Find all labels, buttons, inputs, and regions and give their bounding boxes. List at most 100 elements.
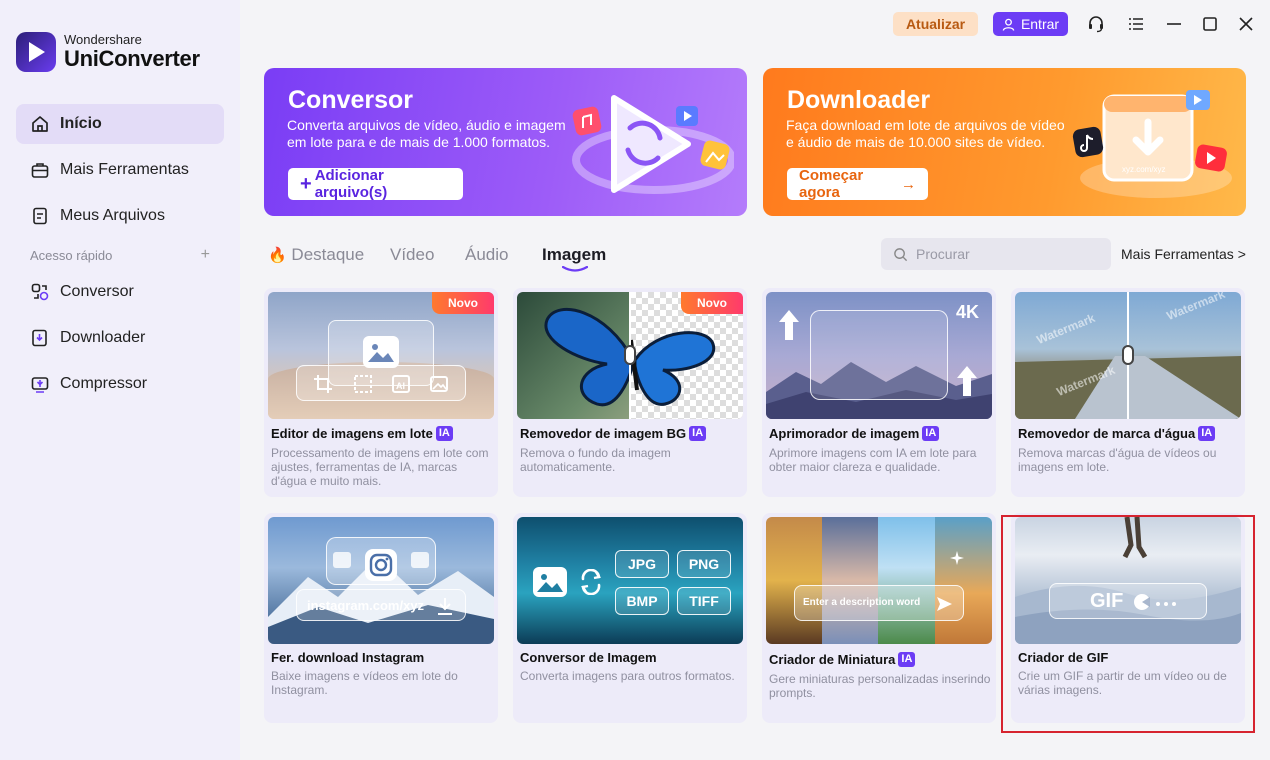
brand-main: UniConverter (64, 46, 200, 71)
enhancer-thumbnail: 4K (766, 292, 992, 419)
brand-top: Wondershare (64, 32, 142, 47)
ia-badge: IA (435, 426, 453, 441)
converter-icon (30, 282, 50, 302)
sidebar-item-downloader[interactable]: Downloader (16, 318, 224, 358)
converter-banner-title: Conversor (288, 86, 414, 114)
card-title: Criador de Miniatura IA (769, 652, 916, 667)
arrow-right-icon: → (901, 175, 916, 193)
card-desc: Processamento de imagens em lote com aju… (271, 446, 489, 488)
add-files-label: Adicionar arquivo(s) (314, 167, 388, 201)
sparkle-icon (950, 551, 964, 565)
card-instagram-downloader[interactable]: instagram.com/xyz Fer. download Instagra… (264, 513, 498, 723)
tab-audio[interactable]: Áudio (465, 245, 508, 265)
watermark-text: Watermark (1035, 311, 1097, 347)
card-title-text: Editor de imagens em lote (271, 426, 433, 441)
4k-label: 4K (956, 302, 980, 322)
minimize-icon[interactable] (1164, 14, 1184, 34)
send-icon (937, 597, 952, 611)
bg-remover-thumbnail: Novo (517, 292, 743, 419)
converter-play-illustration-icon (572, 95, 734, 194)
arrow-up-icon (957, 366, 977, 396)
downloader-banner[interactable]: Downloader Faça download em lote de arqu… (763, 68, 1246, 216)
tab-imagem[interactable]: Imagem (542, 245, 606, 265)
novo-badge: Novo (681, 292, 743, 314)
instagram-url-text: instagram.com/xyz (307, 598, 425, 613)
card-image-converter[interactable]: JPG PNG BMP TIFF Conversor de Imagem Con… (513, 513, 747, 723)
add-files-button[interactable]: + Adicionar arquivo(s) (288, 167, 463, 201)
svg-text:AI: AI (396, 381, 405, 391)
quick-access-label: Acesso rápido (30, 248, 113, 263)
menu-list-icon[interactable] (1126, 14, 1146, 34)
close-icon[interactable] (1236, 14, 1256, 34)
download-icon (438, 598, 452, 615)
tab-label: Destaque (291, 245, 365, 264)
novo-badge: Novo (432, 292, 494, 314)
brand: Wondershare UniConverter (16, 32, 200, 72)
sidebar-item-label: Início (60, 115, 102, 132)
card-title-text: Aprimorador de imagem (769, 426, 920, 441)
downloader-illustration-icon: xyz.com/xyz (1072, 90, 1232, 198)
search-icon (894, 247, 908, 261)
sidebar-item-mais-ferramentas[interactable]: Mais Ferramentas (16, 150, 224, 190)
more-tools-link[interactable]: Mais Ferramentas > (1121, 246, 1246, 262)
maximize-icon[interactable] (1200, 14, 1220, 34)
card-desc: Aprimore imagens com IA em lote para obt… (769, 446, 977, 474)
converter-banner[interactable]: Conversor Converta arquivos de vídeo, áu… (264, 68, 747, 216)
watermark-label: Watermark (1164, 292, 1227, 324)
toolbox-icon (30, 160, 50, 180)
ia-badge: IA (922, 426, 940, 441)
search-placeholder: Procurar (916, 246, 970, 262)
login-label: Entrar (1020, 16, 1060, 32)
quick-access-header: Acesso rápido + (30, 247, 210, 264)
tab-destaque[interactable]: 🔥 Destaque (268, 245, 364, 265)
prompt-placeholder: Enter a description word (803, 597, 921, 608)
sidebar-item-compressor[interactable]: Compressor (16, 364, 224, 404)
format-bmp: BMP (615, 587, 669, 615)
card-image-enhancer[interactable]: 4K Aprimorador de imagem IA Aprimore imag… (762, 288, 996, 497)
watermark-label: Watermark (1034, 310, 1097, 348)
sidebar-item-label: Compressor (60, 375, 148, 392)
batch-editor-thumbnail: AI Novo (268, 292, 494, 419)
tab-video[interactable]: Vídeo (390, 245, 434, 265)
sidebar: Wondershare UniConverter Início Mais Fer… (0, 0, 240, 760)
card-bg-remover[interactable]: Novo Removedor de imagem BG IA Remova o f… (513, 288, 747, 497)
add-quick-access-icon[interactable]: + (201, 247, 210, 263)
card-batch-image-editor[interactable]: AI Novo Editor de imagens em lote IA Proc… (264, 288, 498, 497)
card-title-text: Removedor de marca d'água (1018, 426, 1196, 441)
format-jpg: JPG (615, 550, 669, 578)
user-icon (1002, 18, 1015, 31)
compare-slider-handle[interactable] (1122, 345, 1134, 365)
converter-banner-desc: Converta arquivos de vídeo, áudio e imag… (287, 117, 566, 150)
ia-badge: IA (689, 426, 707, 441)
compare-slider-handle[interactable] (624, 345, 636, 365)
card-title-text: Conversor de Imagem (520, 650, 657, 665)
sidebar-item-meus-arquivos[interactable]: Meus Arquivos (16, 196, 224, 236)
search-input[interactable]: Procurar (881, 238, 1111, 270)
card-desc: Remova o fundo da imagem automaticamente… (520, 446, 671, 474)
picture-icon (430, 376, 448, 392)
support-headset-icon[interactable] (1086, 14, 1106, 34)
card-desc: Baixe imagens e vídeos em lote do Instag… (271, 669, 458, 697)
update-button[interactable]: Atualizar (893, 12, 978, 36)
arrow-up-icon (779, 310, 799, 340)
sidebar-item-label: Conversor (60, 283, 134, 300)
downloader-art-url: xyz.com/xyz (1122, 165, 1166, 174)
ai-icon: AI (392, 375, 410, 393)
fire-icon: 🔥 (268, 247, 287, 264)
camera-icon (365, 549, 397, 581)
card-title-text: Removedor de imagem BG (520, 426, 687, 441)
card-title: Editor de imagens em lote IA (271, 426, 453, 441)
crop-icon (314, 375, 332, 393)
sidebar-item-label: Meus Arquivos (60, 207, 165, 224)
sidebar-item-conversor[interactable]: Conversor (16, 272, 224, 312)
card-watermark-remover[interactable]: Watermark Watermark Watermark Removedor … (1011, 288, 1245, 497)
start-now-button[interactable]: Começar agora → (787, 167, 928, 201)
card-thumbnail-maker[interactable]: Enter a description word Criador de Mini… (762, 513, 996, 723)
card-title: Removedor de marca d'água IA (1018, 426, 1216, 441)
selection-highlight (1001, 515, 1255, 733)
sidebar-item-inicio[interactable]: Início (16, 104, 224, 144)
card-desc: Remova marcas d'água de vídeos ou imagen… (1018, 446, 1217, 474)
format-png: PNG (677, 550, 731, 578)
compressor-icon (30, 374, 50, 394)
login-button[interactable]: Entrar (993, 12, 1068, 36)
